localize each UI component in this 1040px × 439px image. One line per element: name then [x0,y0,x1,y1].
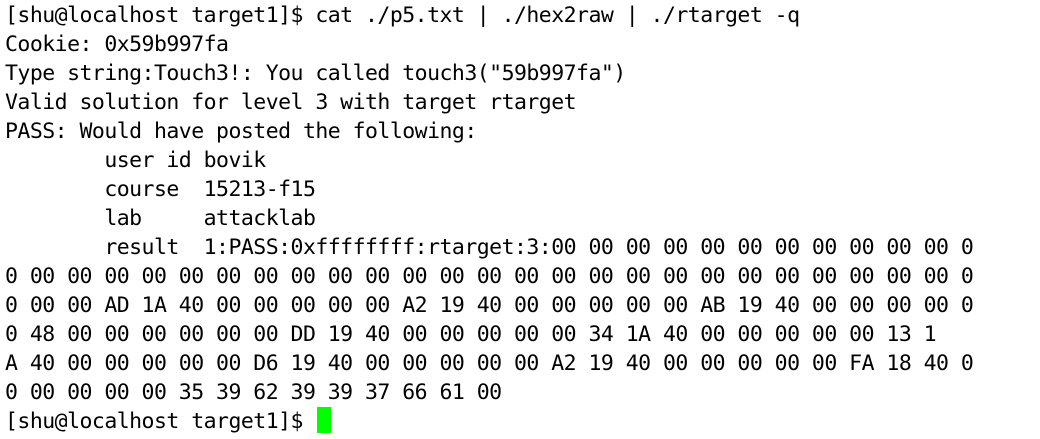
result-continuation: 0 00 00 00 00 35 39 62 39 39 37 66 61 00 [5,380,502,405]
result-continuation: A 40 00 00 00 00 00 D6 19 40 00 00 00 00… [5,351,974,376]
prompt-text: [shu@localhost target1]$ [5,409,316,434]
lab-output: lab attacklab [5,206,316,231]
valid-solution-output: Valid solution for level 3 with target r… [5,90,577,115]
terminal-window[interactable]: [shu@localhost target1]$ cat ./p5.txt | … [0,0,1040,439]
terminal-cursor[interactable] [317,407,332,433]
command-line: [shu@localhost target1]$ cat ./p5.txt | … [5,3,800,28]
type-string-output: Type string:Touch3!: You called touch3("… [5,61,626,86]
course-output: course 15213-f15 [5,177,316,202]
cookie-output: Cookie: 0x59b997fa [5,32,229,57]
result-continuation: 0 48 00 00 00 00 00 00 DD 19 40 00 00 00… [5,322,937,347]
pass-output: PASS: Would have posted the following: [5,119,477,144]
user-id-output: user id bovik [5,148,266,173]
result-continuation: 0 00 00 00 00 00 00 00 00 00 00 00 00 00… [5,264,974,289]
result-continuation: 0 00 00 AD 1A 40 00 00 00 00 00 A2 19 40… [5,293,974,318]
prompt-line[interactable]: [shu@localhost target1]$ [5,407,1040,436]
result-output: result 1:PASS:0xffffffff:rtarget:3:00 00… [5,235,974,260]
